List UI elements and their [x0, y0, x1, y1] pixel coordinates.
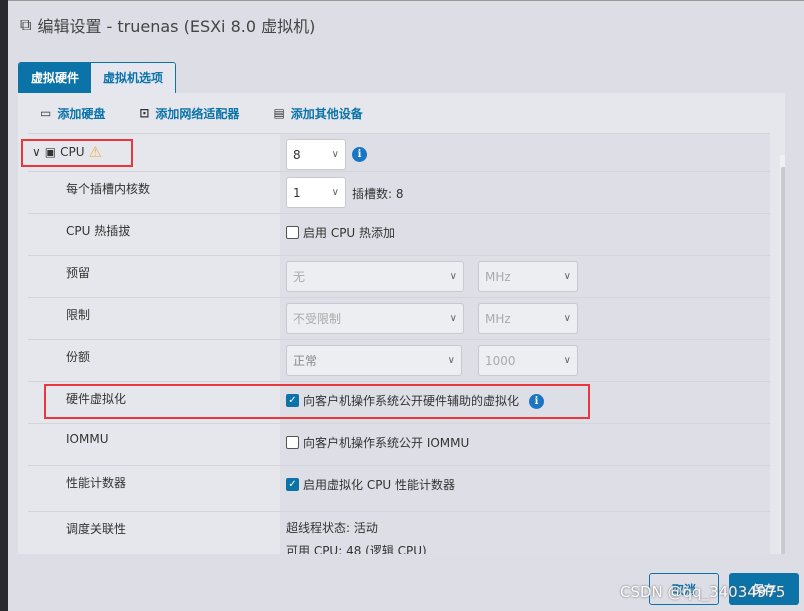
iommu-label: IOMMU [28, 424, 280, 465]
cores-label: 每个插槽内核数 [28, 172, 280, 213]
add-other-device-button[interactable]: ▤ 添加其他设备 [273, 105, 362, 122]
add-network-button[interactable]: ⊡ 添加网络适配器 [139, 105, 239, 122]
watermark: CSDN @qq_34034975 [620, 583, 786, 601]
hyperthreading-status: 超线程状态: 活动 [286, 521, 378, 535]
limit-unit-select[interactable]: MHz ∨ [478, 303, 578, 334]
shares-select[interactable]: 正常 ∨ [286, 345, 462, 376]
tab-virtual-hardware[interactable]: 虚拟硬件 [19, 63, 92, 94]
scrollbar[interactable] [780, 155, 785, 554]
shares-label: 份额 [28, 340, 280, 381]
sockets-count: 插槽数: 8 [352, 187, 404, 201]
affinity-label: 调度关联性 [28, 512, 280, 554]
cpu-hotadd-checkbox[interactable]: 启用 CPU 热添加 [286, 219, 395, 241]
cpu-count-select[interactable]: 8 ∨ [286, 139, 346, 170]
dialog-title: ⧉ 编辑设置 - truenas (ESXi 8.0 虚拟机) [20, 15, 316, 36]
tab-bar: 虚拟硬件 虚拟机选项 [18, 62, 177, 95]
highlight-hw-virtualization [44, 384, 590, 419]
limit-select[interactable]: 不受限制 ∨ [286, 303, 464, 334]
device-icon: ▤ [273, 106, 285, 120]
limit-label: 限制 [28, 298, 280, 339]
reservation-unit-select[interactable]: MHz ∨ [478, 261, 578, 292]
cores-per-socket-select[interactable]: 1 ∨ [286, 177, 346, 208]
vm-settings-icon: ⧉ [20, 15, 32, 34]
iommu-checkbox[interactable]: 向客户机操作系统公开 IOMMU [286, 429, 469, 451]
perf-counters-label: 性能计数器 [28, 466, 280, 511]
network-adapter-icon: ⊡ [139, 106, 150, 120]
edit-settings-dialog: ⧉ 编辑设置 - truenas (ESXi 8.0 虚拟机) 虚拟硬件 虚拟机… [8, 0, 804, 611]
hotplug-label: CPU 热插拔 [28, 214, 280, 255]
shares-amount-select[interactable]: 1000 ∨ [478, 345, 578, 376]
disk-icon: ▭ [40, 106, 52, 120]
hardware-panel: ▭ 添加硬盘 ⊡ 添加网络适配器 ▤ 添加其他设备 ∨ ▣ CPU ⚠ 8 ∨ i 每个插… [18, 93, 785, 554]
reservation-select[interactable]: 无 ∨ [286, 261, 464, 292]
reservation-label: 预留 [28, 256, 280, 297]
highlight-cpu [21, 139, 133, 167]
available-cpu: 可用 CPU: 48 (逻辑 CPU) [286, 544, 427, 554]
info-icon[interactable]: i [352, 147, 367, 162]
add-disk-button[interactable]: ▭ 添加硬盘 [40, 105, 105, 122]
perf-counters-checkbox[interactable]: ✓ 启用虚拟化 CPU 性能计数器 [286, 471, 455, 493]
tab-vm-options[interactable]: 虚拟机选项 [91, 63, 176, 94]
